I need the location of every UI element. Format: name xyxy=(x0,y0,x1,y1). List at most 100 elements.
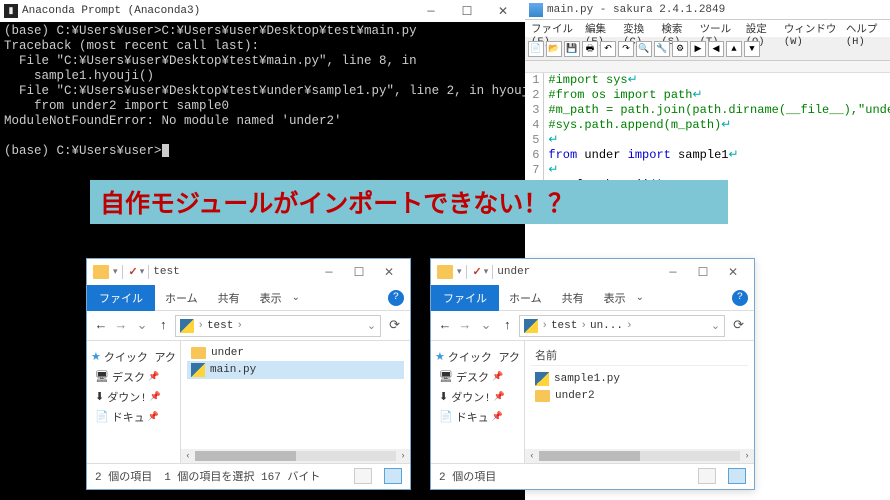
help-icon[interactable]: ? xyxy=(388,290,404,306)
toolbar-open-icon[interactable]: 📂 xyxy=(546,41,562,57)
column-header-name[interactable]: 名前 xyxy=(531,345,748,366)
editor-titlebar[interactable]: main.py - sakura 2.4.1.2849 xyxy=(525,0,890,20)
expand-ribbon-icon[interactable]: ⌄ xyxy=(636,292,644,304)
menu-item[interactable]: ファイル(F) xyxy=(527,20,581,37)
minimize-button[interactable]: — xyxy=(658,265,688,279)
toolbar-icon[interactable]: ▼ xyxy=(744,41,760,57)
menu-item[interactable]: ツール(T) xyxy=(696,20,742,37)
toolbar-icon[interactable]: 🔧 xyxy=(654,41,670,57)
toolbar-new-icon[interactable]: 📄 xyxy=(528,41,544,57)
breadcrumb-segment[interactable]: un... xyxy=(590,320,623,332)
back-button[interactable]: ← xyxy=(437,318,453,333)
help-icon[interactable]: ? xyxy=(732,290,748,306)
tab-view[interactable]: 表示 xyxy=(594,285,636,311)
terminal-output[interactable]: (base) C:¥Users¥user>C:¥Users¥user¥Deskt… xyxy=(0,22,525,161)
file-item[interactable]: sample1.py xyxy=(531,370,748,388)
breadcrumb-segment[interactable]: test xyxy=(207,320,233,332)
chevron-down-icon[interactable]: ▾ xyxy=(113,267,118,277)
tab-home[interactable]: ホーム xyxy=(155,285,208,311)
maximize-button[interactable]: ☐ xyxy=(344,265,374,280)
nav-desktop[interactable]: 🖥デスク📌 xyxy=(433,367,522,387)
chevron-down-icon[interactable]: ▾ xyxy=(140,267,145,277)
check-icon[interactable]: ✓ xyxy=(473,265,482,279)
details-view-button[interactable] xyxy=(698,468,716,484)
nav-downloads[interactable]: ⬇ダウン!📌 xyxy=(433,387,522,407)
navigation-pane[interactable]: ★クイック アク 🖥デスク📌 ⬇ダウン!📌 📄ドキュ📌 xyxy=(431,341,525,463)
minimize-button[interactable]: — xyxy=(413,4,449,18)
tab-file[interactable]: ファイル xyxy=(431,285,499,311)
close-button[interactable]: ✕ xyxy=(485,4,521,19)
menu-item[interactable]: 設定(O) xyxy=(742,20,780,37)
maximize-button[interactable]: ☐ xyxy=(688,265,718,280)
explorer-titlebar[interactable]: ▾ ✓ ▾ test — ☐ ✕ xyxy=(87,259,410,285)
tab-view[interactable]: 表示 xyxy=(250,285,292,311)
expand-ribbon-icon[interactable]: ⌄ xyxy=(292,292,300,304)
terminal-titlebar[interactable]: ▮ Anaconda Prompt (Anaconda3) — ☐ ✕ xyxy=(0,0,525,22)
close-button[interactable]: ✕ xyxy=(718,265,748,280)
menu-item[interactable]: ウィンドウ(W) xyxy=(780,20,842,37)
menu-item[interactable]: 検索(S) xyxy=(657,20,695,37)
tab-file[interactable]: ファイル xyxy=(87,285,155,311)
menu-item[interactable]: 変換(C) xyxy=(619,20,657,37)
chevron-right-icon[interactable]: › xyxy=(580,320,587,332)
nav-documents[interactable]: 📄ドキュ📌 xyxy=(433,407,522,427)
chevron-down-icon[interactable]: ⌄ xyxy=(367,319,376,333)
forward-button[interactable]: → xyxy=(457,318,473,333)
address-box[interactable]: › test › ⌄ xyxy=(175,315,381,337)
file-item[interactable]: under xyxy=(187,345,404,361)
menu-item[interactable]: 編集(E) xyxy=(581,20,619,37)
up-button[interactable]: ↑ xyxy=(156,318,172,333)
icons-view-button[interactable] xyxy=(728,468,746,484)
menu-item[interactable]: ヘルプ(H) xyxy=(842,20,888,37)
explorer-titlebar[interactable]: ▾ ✓ ▾ under — ☐ ✕ xyxy=(431,259,754,285)
chevron-down-icon[interactable]: ⌄ xyxy=(711,319,720,333)
breadcrumb-segment[interactable]: test xyxy=(551,320,577,332)
toolbar-icon[interactable]: ▲ xyxy=(726,41,742,57)
toolbar-save-icon[interactable]: 💾 xyxy=(564,41,580,57)
tab-home[interactable]: ホーム xyxy=(499,285,552,311)
refresh-button[interactable]: ⟳ xyxy=(729,318,748,333)
address-box[interactable]: › test › un... › ⌄ xyxy=(519,315,725,337)
tab-share[interactable]: 共有 xyxy=(552,285,594,311)
toolbar-print-icon[interactable]: 🖶 xyxy=(582,41,598,57)
file-item[interactable]: under2 xyxy=(531,388,748,404)
chevron-down-icon[interactable]: ▾ xyxy=(484,267,489,277)
toolbar-icon[interactable]: ▶ xyxy=(690,41,706,57)
document-icon: 📄 xyxy=(95,410,109,424)
file-list-pane[interactable]: undermain.py ‹› xyxy=(181,341,410,463)
refresh-button[interactable]: ⟳ xyxy=(385,318,404,333)
nav-documents[interactable]: 📄ドキュ📌 xyxy=(89,407,178,427)
quick-access[interactable]: ★クイック アク xyxy=(433,347,522,367)
horizontal-scrollbar[interactable]: ‹› xyxy=(525,449,754,463)
toolbar-redo-icon[interactable]: ↷ xyxy=(618,41,634,57)
history-chevron-icon[interactable]: ⌄ xyxy=(477,318,496,333)
maximize-button[interactable]: ☐ xyxy=(449,4,485,19)
chevron-right-icon[interactable]: › xyxy=(541,320,548,332)
toolbar-undo-icon[interactable]: ↶ xyxy=(600,41,616,57)
horizontal-scrollbar[interactable]: ‹› xyxy=(181,449,410,463)
up-button[interactable]: ↑ xyxy=(500,318,516,333)
chevron-right-icon[interactable]: › xyxy=(626,320,633,332)
icons-view-button[interactable] xyxy=(384,468,402,484)
minimize-button[interactable]: — xyxy=(314,265,344,279)
nav-downloads[interactable]: ⬇ダウン!📌 xyxy=(89,387,178,407)
toolbar-icon[interactable]: ⚙ xyxy=(672,41,688,57)
chevron-down-icon[interactable]: ▾ xyxy=(457,267,462,277)
forward-button[interactable]: → xyxy=(113,318,129,333)
check-icon[interactable]: ✓ xyxy=(129,265,138,279)
file-list-pane[interactable]: 名前 sample1.pyunder2 ‹› xyxy=(525,341,754,463)
quick-access[interactable]: ★クイック アク xyxy=(89,347,178,367)
sakura-icon xyxy=(529,3,543,17)
history-chevron-icon[interactable]: ⌄ xyxy=(133,318,152,333)
navigation-pane[interactable]: ★クイック アク 🖥デスク📌 ⬇ダウン!📌 📄ドキュ📌 xyxy=(87,341,181,463)
back-button[interactable]: ← xyxy=(93,318,109,333)
toolbar-icon[interactable]: ◀ xyxy=(708,41,724,57)
file-item[interactable]: main.py xyxy=(187,361,404,379)
chevron-right-icon[interactable]: › xyxy=(236,320,243,332)
toolbar-search-icon[interactable]: 🔍 xyxy=(636,41,652,57)
close-button[interactable]: ✕ xyxy=(374,265,404,280)
tab-share[interactable]: 共有 xyxy=(208,285,250,311)
details-view-button[interactable] xyxy=(354,468,372,484)
nav-desktop[interactable]: 🖥デスク📌 xyxy=(89,367,178,387)
chevron-right-icon[interactable]: › xyxy=(197,320,204,332)
